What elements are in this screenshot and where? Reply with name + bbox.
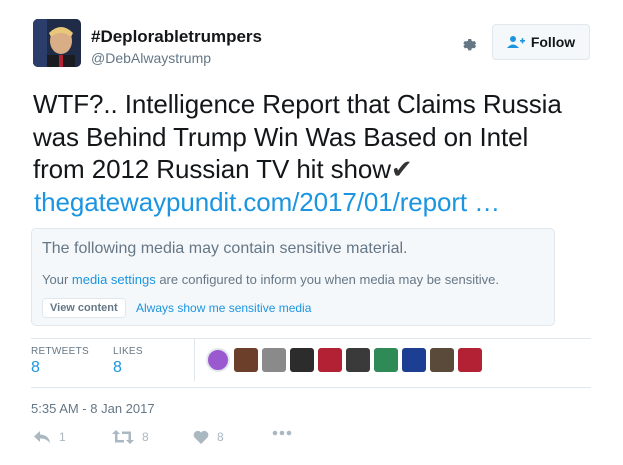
liker-avatar[interactable] (234, 348, 258, 372)
always-show-sensitive-link[interactable]: Always show me sensitive media (136, 301, 311, 315)
retweets-count[interactable]: 8 (31, 359, 40, 377)
more-button[interactable] (272, 430, 292, 436)
liker-avatar[interactable] (346, 348, 370, 372)
checkmark-icon: ✔ (390, 154, 413, 184)
retweets-label: RETWEETS (31, 346, 89, 357)
liker-avatar[interactable] (290, 348, 314, 372)
retweet-button[interactable]: 8 (112, 430, 149, 444)
likes-count[interactable]: 8 (113, 359, 122, 377)
liker-avatar[interactable] (262, 348, 286, 372)
tweet-line-2: was Behind Trump Win Was Based on Intel (33, 121, 529, 152)
retweet-icon (112, 430, 134, 444)
user-handle[interactable]: @DebAlwaystrump (91, 50, 211, 66)
reply-count: 1 (59, 430, 66, 444)
liker-avatar[interactable] (318, 348, 342, 372)
liker-avatar[interactable] (458, 348, 482, 372)
tweet-text: WTF?.. Intelligence Report that Claims R… (33, 88, 593, 218)
divider (31, 387, 591, 388)
heart-icon (193, 430, 209, 444)
tweet-link[interactable]: thegatewaypundit.com/2017/01/report … (33, 186, 593, 219)
likes-label: LIKES (113, 346, 143, 357)
liker-avatar[interactable] (402, 348, 426, 372)
follow-label: Follow (530, 34, 576, 50)
liker-avatar[interactable] (374, 348, 398, 372)
like-button[interactable]: 8 (193, 430, 224, 444)
sensitive-desc-prefix: Your (42, 272, 72, 287)
tweet-line-3-text: from 2012 Russian TV hit show (33, 154, 391, 184)
liker-avatars (206, 348, 482, 372)
sensitive-title: The following media may contain sensitiv… (42, 240, 408, 257)
avatar[interactable] (33, 19, 81, 67)
retweet-count: 8 (142, 430, 149, 444)
reply-icon (33, 430, 51, 444)
media-settings-link[interactable]: media settings (72, 272, 156, 287)
sensitive-description: Your media settings are configured to in… (42, 272, 499, 287)
gear-icon[interactable] (458, 33, 480, 55)
stats-divider (194, 339, 195, 381)
reply-button[interactable]: 1 (33, 430, 66, 444)
add-user-icon (506, 35, 525, 49)
like-count: 8 (217, 430, 224, 444)
tweet-line-3: from 2012 Russian TV hit show✔ (33, 153, 593, 186)
display-name[interactable]: #Deplorabletrumpers (91, 27, 262, 47)
avatar-image (33, 19, 81, 67)
more-icon (272, 430, 292, 436)
tweet-line-1: WTF?.. Intelligence Report that Claims R… (33, 89, 562, 119)
view-content-button[interactable]: View content (42, 298, 126, 318)
sensitive-media-notice: The following media may contain sensitiv… (31, 228, 555, 326)
tweet-timestamp[interactable]: 5:35 AM - 8 Jan 2017 (31, 401, 155, 416)
liker-avatar[interactable] (206, 348, 230, 372)
liker-avatar[interactable] (430, 348, 454, 372)
divider (31, 338, 591, 339)
follow-button[interactable]: Follow (492, 24, 590, 60)
sensitive-desc-suffix: are configured to inform you when media … (155, 272, 499, 287)
